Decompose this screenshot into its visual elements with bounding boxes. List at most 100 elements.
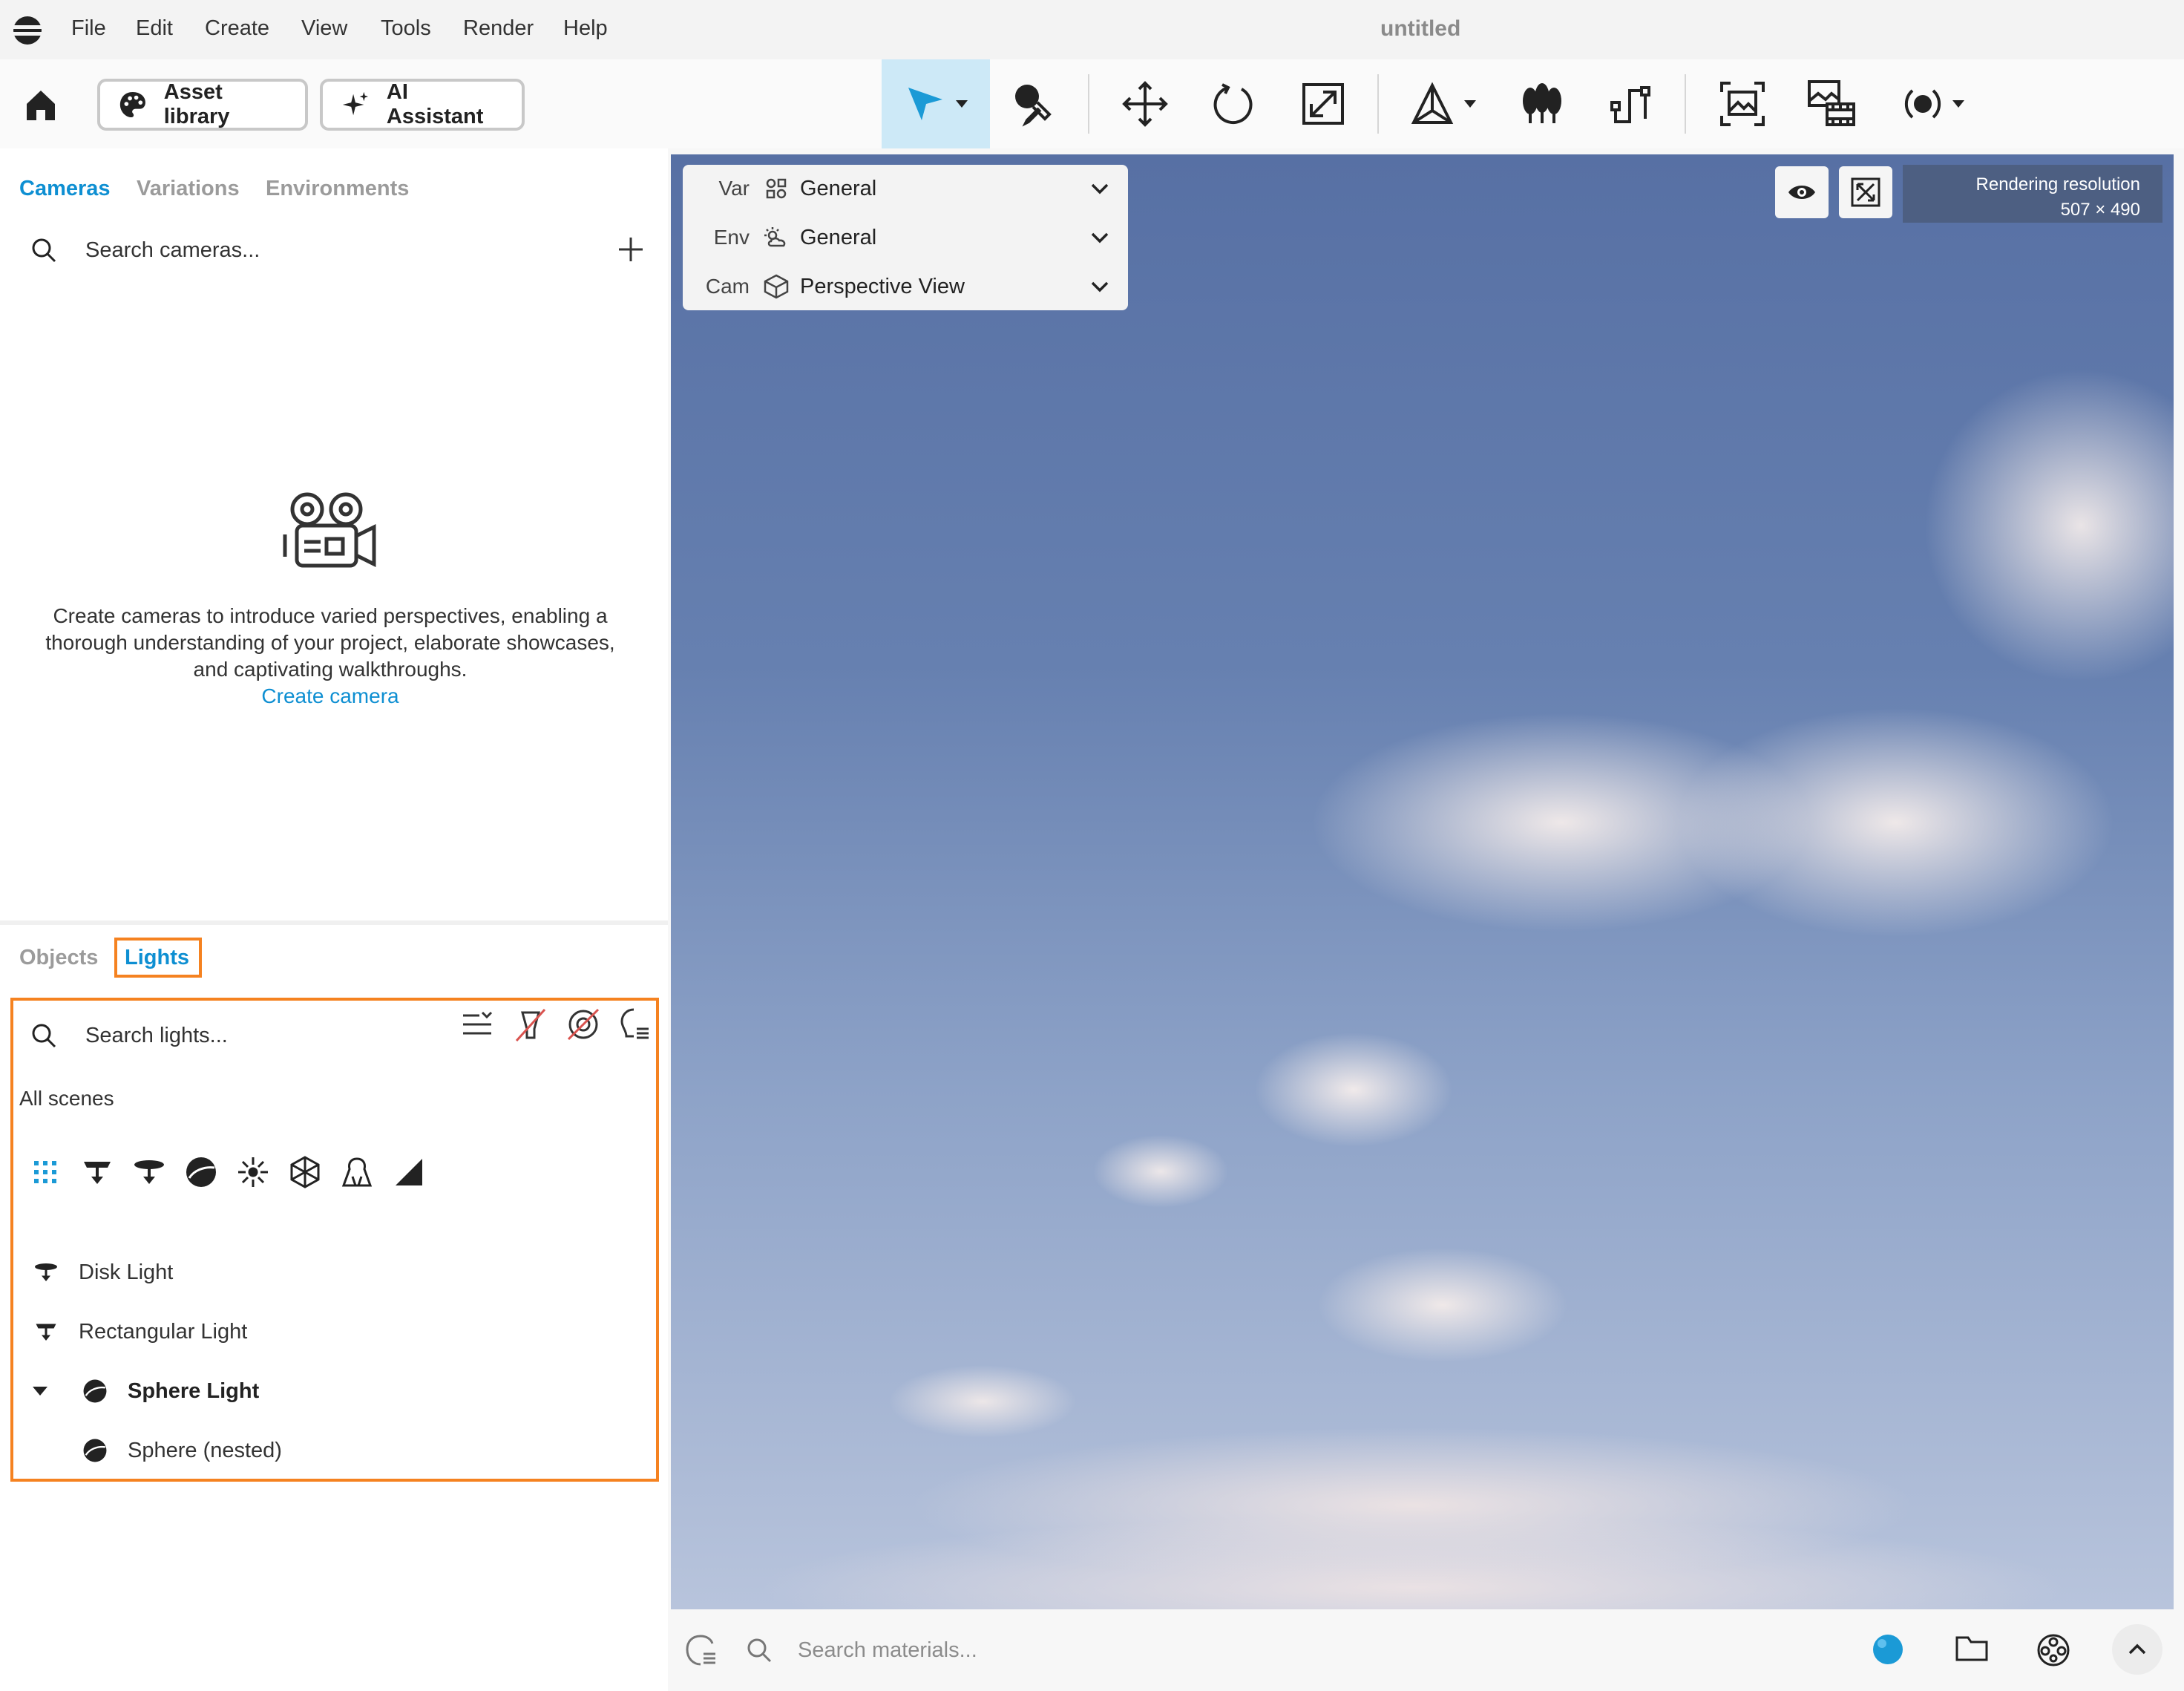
search-icon (747, 1638, 772, 1663)
menu-render[interactable]: Render (463, 16, 534, 41)
materials-bar (668, 1609, 2184, 1691)
asset-library-button[interactable]: Asset library (97, 79, 308, 131)
rendering-resolution-label: Rendering resolution (1975, 174, 2140, 194)
fullscreen-button[interactable] (1839, 166, 1892, 218)
light-item-label: Sphere Light (128, 1378, 260, 1403)
light-list-icon[interactable] (617, 1007, 652, 1044)
variation-selector[interactable]: Var General (683, 165, 1128, 212)
pivot-icon (1411, 82, 1454, 124)
menu-help[interactable]: Help (563, 16, 608, 41)
lights-off-icon[interactable] (514, 1007, 548, 1044)
caret-down-icon[interactable] (1463, 99, 1478, 109)
caret-down-icon[interactable] (954, 99, 969, 109)
sort-filter-icon[interactable] (460, 1008, 494, 1042)
rotate-tool-button[interactable] (1190, 59, 1279, 148)
spot-light-icon[interactable] (338, 1154, 376, 1191)
rendering-resolution-value: 507 × 490 (2060, 200, 2140, 220)
tab-lights[interactable]: Lights (125, 946, 189, 970)
light-item-label: Disk Light (79, 1260, 174, 1284)
movie-camera-icon (283, 492, 376, 568)
disk-light-icon[interactable] (131, 1154, 168, 1191)
environment-key: Env (713, 226, 750, 249)
fullscreen-icon (1851, 177, 1880, 207)
material-library-icon[interactable] (684, 1633, 718, 1667)
rectangular-light-icon[interactable] (79, 1154, 116, 1191)
panel-divider[interactable] (0, 920, 668, 925)
pivot-tool-button[interactable] (1395, 59, 1492, 148)
render-image-icon (1720, 82, 1765, 126)
point-light-icon[interactable] (235, 1154, 272, 1191)
camera-empty-description: Create cameras to introduce varied persp… (45, 604, 615, 681)
menu-file[interactable]: File (71, 16, 106, 41)
caret-down-icon[interactable] (1951, 99, 1966, 109)
record-tool-button[interactable] (1882, 59, 1986, 148)
home-icon[interactable] (22, 86, 59, 123)
menu-create[interactable]: Create (205, 16, 269, 41)
list-item-rectangular-light[interactable]: Rectangular Light (31, 1309, 247, 1354)
camera-selector[interactable]: Cam Perspective View (683, 263, 1128, 310)
list-item-sphere-light[interactable]: Sphere Light (31, 1369, 259, 1413)
path-tool-button[interactable] (1587, 59, 1676, 148)
expand-triangle-icon[interactable] (31, 1384, 49, 1399)
environment-value: General (800, 225, 877, 249)
sphere-light-icon[interactable] (183, 1154, 220, 1191)
cameras-panel: Cameras Variations Environments Create c… (0, 148, 668, 920)
rectangular-light-icon (31, 1317, 61, 1347)
tab-cameras[interactable]: Cameras (19, 177, 111, 201)
scatter-icon (1523, 83, 1561, 123)
tab-environments[interactable]: Environments (266, 177, 409, 201)
render-animation-icon (1808, 80, 1855, 126)
folder-icon[interactable] (1955, 1633, 1989, 1663)
weather-icon (761, 226, 791, 249)
lights-search-input[interactable] (85, 1017, 456, 1054)
scale-tool-button[interactable] (1279, 59, 1368, 148)
add-icon[interactable] (616, 235, 646, 264)
all-scenes-label: All scenes (19, 1087, 114, 1110)
camera-search-input[interactable] (85, 232, 456, 269)
eyedropper-icon (1015, 85, 1052, 127)
film-reel-icon[interactable] (2036, 1633, 2070, 1667)
record-icon (1904, 89, 1941, 119)
menu-tools[interactable]: Tools (381, 16, 431, 41)
visibility-toggle-button[interactable] (1775, 166, 1829, 218)
environment-selector[interactable]: Env General (683, 214, 1128, 261)
visibility-off-icon[interactable] (565, 1007, 601, 1042)
left-panel: Cameras Variations Environments Create c… (0, 148, 668, 1691)
render-animation-button[interactable] (1787, 59, 1876, 148)
light-item-label: Rectangular Light (79, 1319, 248, 1344)
render-viewport[interactable]: Var General Env General Cam Perspective … (671, 154, 2174, 1609)
move-tool-button[interactable] (1101, 59, 1190, 148)
chevron-down-icon (1091, 281, 1109, 292)
chevron-up-icon (2128, 1643, 2146, 1655)
create-camera-link[interactable]: Create camera (45, 683, 616, 710)
menu-edit[interactable]: Edit (136, 16, 173, 41)
materials-search-input[interactable] (798, 1632, 1317, 1669)
toolbar-separator (1088, 74, 1089, 134)
render-image-button[interactable] (1698, 59, 1787, 148)
eye-icon (1788, 186, 1815, 199)
scale-icon (1302, 83, 1344, 125)
chevron-down-icon (1091, 183, 1109, 194)
app-logo-icon[interactable] (12, 15, 43, 46)
material-sphere-icon[interactable] (1872, 1633, 1904, 1666)
camera-value: Perspective View (800, 274, 965, 298)
select-arrow-icon (908, 88, 942, 120)
camera-empty-state: Create cameras to introduce varied persp… (45, 603, 616, 710)
select-tool-button[interactable] (882, 59, 990, 148)
tab-objects[interactable]: Objects (19, 946, 98, 970)
tab-variations[interactable]: Variations (137, 177, 240, 201)
ai-assistant-button[interactable]: AI Assistant (320, 79, 525, 131)
menu-view[interactable]: View (301, 16, 347, 41)
list-item-disk-light[interactable]: Disk Light (31, 1250, 173, 1295)
list-item-sphere-nested[interactable]: Sphere (nested) (80, 1428, 282, 1473)
perspective-cube-icon (761, 274, 791, 299)
scatter-tool-button[interactable] (1498, 59, 1587, 148)
move-icon (1122, 81, 1168, 127)
grid-filter-icon[interactable] (27, 1154, 64, 1191)
ies-light-icon[interactable] (286, 1154, 324, 1191)
eyedropper-tool-button[interactable] (990, 59, 1079, 148)
main-toolbar: Asset library AI Assistant (0, 59, 2184, 148)
directional-light-icon[interactable] (390, 1154, 427, 1191)
variation-value: General (800, 176, 877, 200)
collapse-button[interactable] (2112, 1624, 2162, 1675)
